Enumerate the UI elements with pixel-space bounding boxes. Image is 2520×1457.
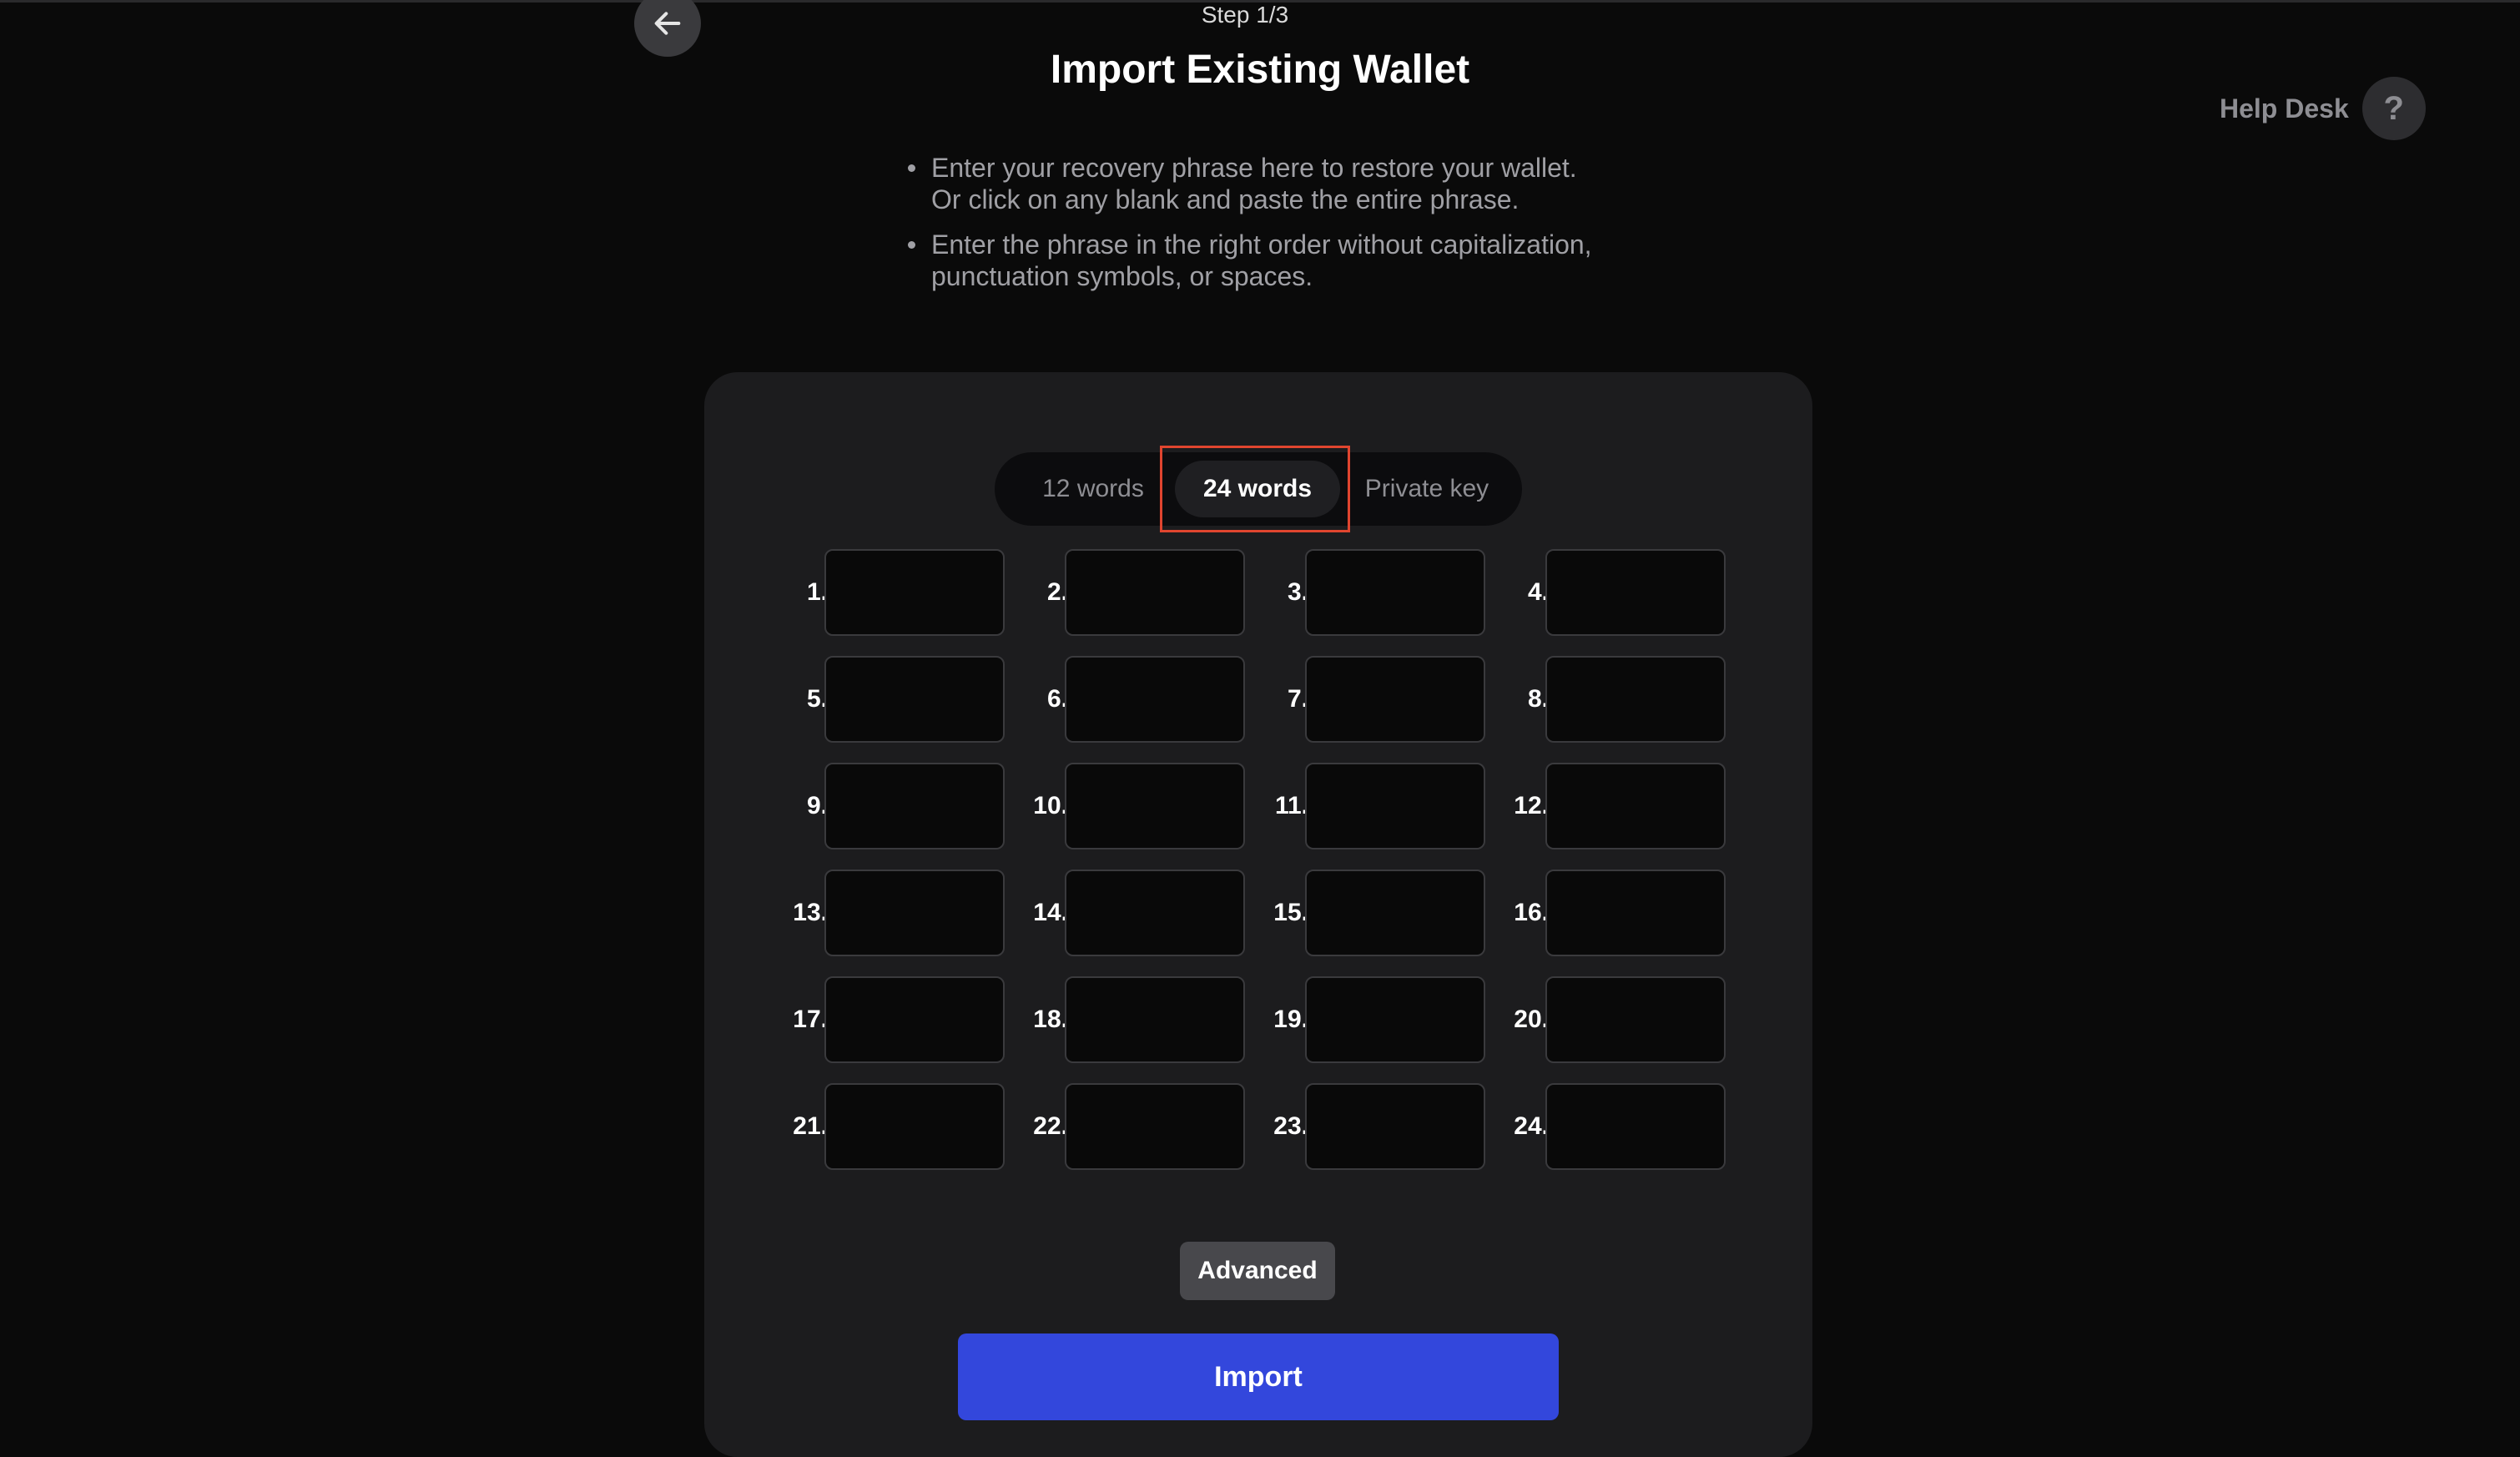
word-number-label: 14. bbox=[1033, 899, 1068, 926]
word-cell: 17. bbox=[776, 976, 1018, 1063]
word-input-7[interactable] bbox=[1305, 656, 1485, 743]
word-input-1[interactable] bbox=[824, 549, 1005, 636]
word-number-label: 1. bbox=[806, 578, 828, 606]
word-input-4[interactable] bbox=[1545, 549, 1726, 636]
word-cell: 12. bbox=[1497, 763, 1739, 849]
step-indicator: Step 1/3 bbox=[1201, 2, 1289, 28]
word-input-9[interactable] bbox=[824, 763, 1005, 849]
instruction-text: punctuation symbols, or spaces. bbox=[931, 261, 1313, 291]
word-input-10[interactable] bbox=[1065, 763, 1245, 849]
word-number-label: 5. bbox=[806, 685, 828, 713]
word-input-16[interactable] bbox=[1545, 870, 1726, 956]
word-number-label: 9. bbox=[806, 792, 828, 819]
word-number-label: 10. bbox=[1033, 792, 1068, 819]
word-number-label: 20. bbox=[1514, 1006, 1549, 1033]
import-button[interactable]: Import bbox=[958, 1333, 1559, 1420]
word-cell: 21. bbox=[776, 1083, 1018, 1170]
selection-highlight bbox=[1160, 446, 1350, 532]
word-cell: 22. bbox=[1016, 1083, 1258, 1170]
word-cell: 4. bbox=[1497, 549, 1739, 636]
word-input-3[interactable] bbox=[1305, 549, 1485, 636]
question-icon: ? bbox=[2361, 77, 2426, 140]
instruction-item: Enter the phrase in the right order with… bbox=[903, 229, 1687, 292]
tab-12-words[interactable]: 12 words bbox=[1010, 461, 1177, 517]
word-cell: 2. bbox=[1016, 549, 1258, 636]
tab-private-key[interactable]: Private key bbox=[1343, 461, 1510, 517]
word-input-19[interactable] bbox=[1305, 976, 1485, 1063]
instruction-text: Or click on any blank and paste the enti… bbox=[931, 184, 1520, 214]
word-number-label: 6. bbox=[1046, 685, 1068, 713]
word-cell: 24. bbox=[1497, 1083, 1739, 1170]
word-input-23[interactable] bbox=[1305, 1083, 1485, 1170]
word-input-2[interactable] bbox=[1065, 549, 1245, 636]
word-input-12[interactable] bbox=[1545, 763, 1726, 849]
word-cell: 20. bbox=[1497, 976, 1739, 1063]
instruction-item: Enter your recovery phrase here to resto… bbox=[903, 152, 1687, 215]
word-number-label: 2. bbox=[1046, 578, 1068, 606]
word-number-label: 3. bbox=[1287, 578, 1308, 606]
word-number-label: 13. bbox=[793, 899, 828, 926]
word-input-15[interactable] bbox=[1305, 870, 1485, 956]
instructions-list: Enter your recovery phrase here to resto… bbox=[903, 152, 1687, 305]
word-input-21[interactable] bbox=[824, 1083, 1005, 1170]
word-cell: 5. bbox=[776, 656, 1018, 743]
help-desk-label: Help Desk bbox=[2220, 93, 2349, 124]
word-cell: 9. bbox=[776, 763, 1018, 849]
word-number-label: 21. bbox=[793, 1112, 828, 1140]
page-title: Import Existing Wallet bbox=[1050, 48, 1470, 92]
word-number-label: 11. bbox=[1274, 792, 1308, 819]
instruction-text: Enter your recovery phrase here to resto… bbox=[931, 153, 1577, 183]
word-number-label: 7. bbox=[1287, 685, 1308, 713]
word-number-label: 24. bbox=[1514, 1112, 1549, 1140]
word-cell: 7. bbox=[1257, 656, 1499, 743]
word-number-label: 19. bbox=[1273, 1006, 1308, 1033]
word-cell: 19. bbox=[1257, 976, 1499, 1063]
word-input-17[interactable] bbox=[824, 976, 1005, 1063]
word-number-label: 8. bbox=[1527, 685, 1549, 713]
word-cell: 8. bbox=[1497, 656, 1739, 743]
word-cell: 6. bbox=[1016, 656, 1258, 743]
word-cell: 23. bbox=[1257, 1083, 1499, 1170]
help-desk-link[interactable]: Help Desk ? bbox=[2220, 77, 2426, 140]
word-input-20[interactable] bbox=[1545, 976, 1726, 1063]
word-cell: 1. bbox=[776, 549, 1018, 636]
word-input-5[interactable] bbox=[824, 656, 1005, 743]
word-input-18[interactable] bbox=[1065, 976, 1245, 1063]
instruction-text: Enter the phrase in the right order with… bbox=[931, 229, 1592, 260]
word-number-label: 17. bbox=[793, 1006, 828, 1033]
word-cell: 18. bbox=[1016, 976, 1258, 1063]
word-input-11[interactable] bbox=[1305, 763, 1485, 849]
word-input-8[interactable] bbox=[1545, 656, 1726, 743]
word-input-24[interactable] bbox=[1545, 1083, 1726, 1170]
word-input-13[interactable] bbox=[824, 870, 1005, 956]
word-cell: 3. bbox=[1257, 549, 1499, 636]
word-number-label: 22. bbox=[1033, 1112, 1068, 1140]
word-cell: 11. bbox=[1257, 763, 1499, 849]
word-input-22[interactable] bbox=[1065, 1083, 1245, 1170]
word-cell: 15. bbox=[1257, 870, 1499, 956]
word-input-6[interactable] bbox=[1065, 656, 1245, 743]
word-number-label: 23. bbox=[1273, 1112, 1308, 1140]
word-number-label: 15. bbox=[1273, 899, 1308, 926]
word-number-label: 4. bbox=[1527, 578, 1549, 606]
word-input-14[interactable] bbox=[1065, 870, 1245, 956]
word-number-label: 16. bbox=[1514, 899, 1549, 926]
word-cell: 10. bbox=[1016, 763, 1258, 849]
word-number-label: 12. bbox=[1514, 792, 1549, 819]
advanced-button[interactable]: Advanced bbox=[1180, 1242, 1335, 1300]
word-cell: 16. bbox=[1497, 870, 1739, 956]
word-number-label: 18. bbox=[1033, 1006, 1068, 1033]
word-cell: 14. bbox=[1016, 870, 1258, 956]
word-cell: 13. bbox=[776, 870, 1018, 956]
